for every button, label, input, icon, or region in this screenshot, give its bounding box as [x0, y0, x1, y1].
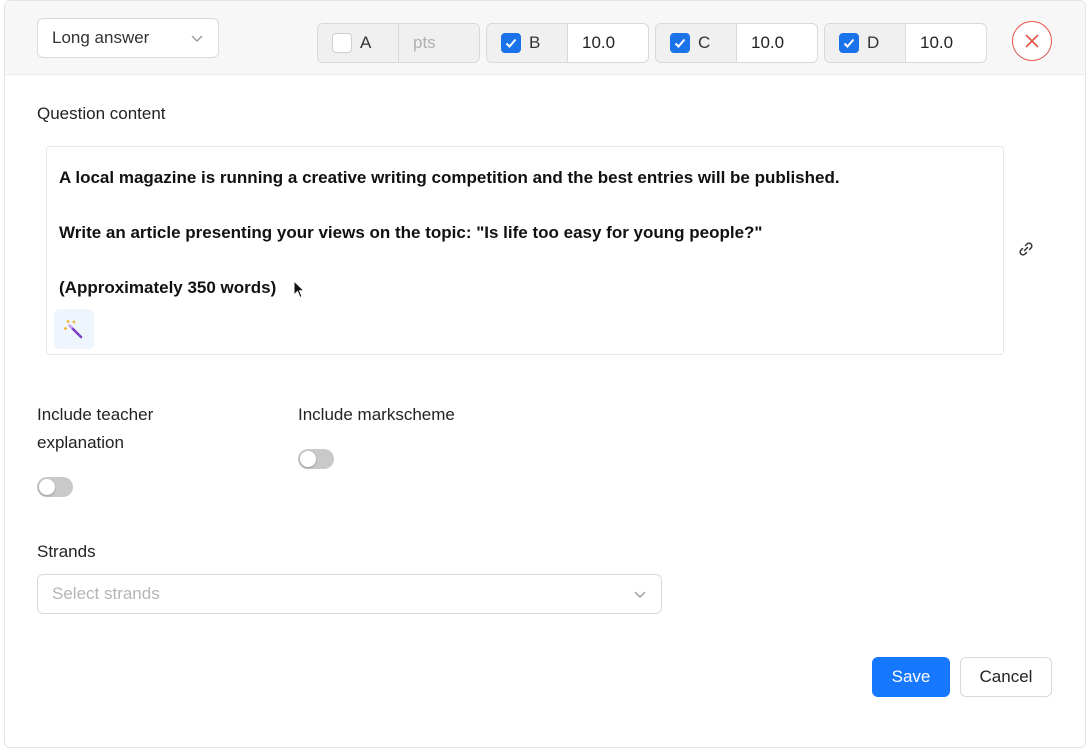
option-b-letter: B	[529, 33, 541, 52]
question-editor-card: Long answer A pts B 10.0 C 10.0 D 10.0 Q…	[4, 0, 1086, 748]
markscheme-toggle[interactable]	[298, 449, 334, 469]
option-c-checkbox-label[interactable]: C	[656, 24, 737, 62]
option-d-points-input[interactable]: 10.0	[906, 24, 986, 62]
teacher-explanation-label-1: Include teacher	[37, 405, 154, 424]
option-a: A pts	[317, 23, 480, 63]
option-c: C 10.0	[655, 23, 818, 63]
option-c-points-value: 10.0	[751, 33, 785, 52]
option-a-checkbox-label[interactable]: A	[318, 24, 399, 62]
question-toolbar: Long answer A pts B 10.0 C 10.0 D 10.0	[5, 1, 1085, 75]
question-line-1: A local magazine is running a creative w…	[59, 168, 840, 187]
option-b-checkbox[interactable]	[501, 33, 521, 53]
save-button[interactable]: Save	[872, 657, 950, 697]
option-a-points-placeholder: pts	[413, 33, 436, 52]
option-c-points-input[interactable]: 10.0	[737, 24, 817, 62]
cancel-button[interactable]: Cancel	[960, 657, 1052, 697]
question-line-3: (Approximately 350 words)	[59, 278, 277, 297]
check-icon	[843, 38, 855, 48]
strands-select[interactable]: Select strands	[37, 574, 662, 614]
option-d-checkbox[interactable]	[839, 33, 859, 53]
chevron-down-icon	[191, 35, 203, 42]
option-b: B 10.0	[486, 23, 649, 63]
question-content-editor[interactable]: A local magazine is running a creative w…	[46, 146, 1004, 355]
teacher-explanation-toggle[interactable]	[37, 477, 73, 497]
link-icon[interactable]	[1017, 240, 1035, 258]
question-content-label: Question content	[37, 104, 166, 123]
option-a-letter: A	[360, 33, 372, 52]
delete-question-button[interactable]	[1012, 21, 1052, 61]
option-d-checkbox-label[interactable]: D	[825, 24, 906, 62]
markscheme-label: Include markscheme	[298, 405, 455, 424]
option-b-checkbox-label[interactable]: B	[487, 24, 568, 62]
option-d: D 10.0	[824, 23, 987, 63]
mouse-cursor-icon	[293, 280, 306, 299]
option-a-checkbox[interactable]	[332, 33, 352, 53]
option-d-points-value: 10.0	[920, 33, 954, 52]
strands-placeholder: Select strands	[52, 584, 160, 603]
chevron-down-icon	[634, 591, 646, 598]
check-icon	[505, 38, 517, 48]
teacher-explanation-label-2: explanation	[37, 433, 124, 452]
question-type-select[interactable]: Long answer	[37, 18, 219, 58]
option-c-letter: C	[698, 33, 711, 52]
question-line-2: Write an article presenting your views o…	[59, 223, 763, 242]
ai-assist-button[interactable]	[54, 309, 94, 349]
close-icon	[1025, 34, 1039, 48]
option-c-checkbox[interactable]	[670, 33, 690, 53]
check-icon	[674, 38, 686, 48]
option-d-letter: D	[867, 33, 880, 52]
magic-wand-icon	[64, 320, 83, 339]
strands-label: Strands	[37, 542, 96, 561]
option-a-points-input[interactable]: pts	[399, 24, 479, 62]
option-b-points-input[interactable]: 10.0	[568, 24, 648, 62]
question-type-value: Long answer	[52, 28, 150, 47]
option-b-points-value: 10.0	[582, 33, 616, 52]
